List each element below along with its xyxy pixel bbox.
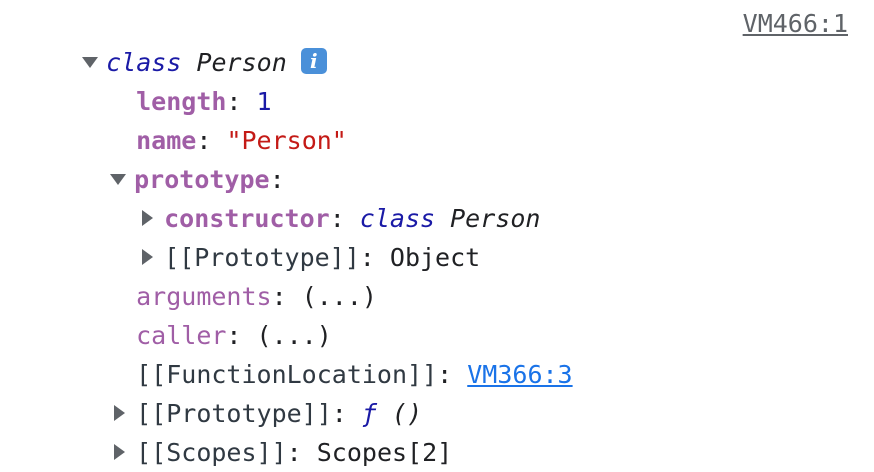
property-key: [[Scopes]] <box>136 438 287 467</box>
property-prototype-function[interactable]: [[Prototype]]: ƒ () <box>82 355 422 428</box>
property-caller[interactable]: caller: (...) <box>106 277 332 350</box>
expand-triangle-icon[interactable] <box>82 56 99 68</box>
property-inner-prototype[interactable]: [[Prototype]]: Object <box>110 199 480 272</box>
property-value: Scopes[2] <box>316 438 453 467</box>
property-value: Object <box>389 243 481 272</box>
property-scopes[interactable]: [[Scopes]]: Scopes[2] <box>82 394 452 467</box>
property-prototype[interactable]: prototype: <box>80 121 285 194</box>
source-link[interactable]: VM466:1 <box>743 4 848 43</box>
property-length: length: 1 <box>136 87 272 116</box>
collapsed-triangle-icon[interactable] <box>114 444 126 460</box>
info-icon[interactable]: i <box>300 48 327 74</box>
property-function-location: [[FunctionLocation]]: VM366:3 <box>136 360 573 389</box>
property-arguments[interactable]: arguments: (...) <box>106 238 377 311</box>
function-location-link[interactable]: VM366:3 <box>467 360 572 389</box>
property-name: name: "Person" <box>136 126 347 155</box>
property-constructor[interactable]: constructor: class Person <box>110 160 540 233</box>
object-header[interactable]: class Person i <box>52 4 327 77</box>
